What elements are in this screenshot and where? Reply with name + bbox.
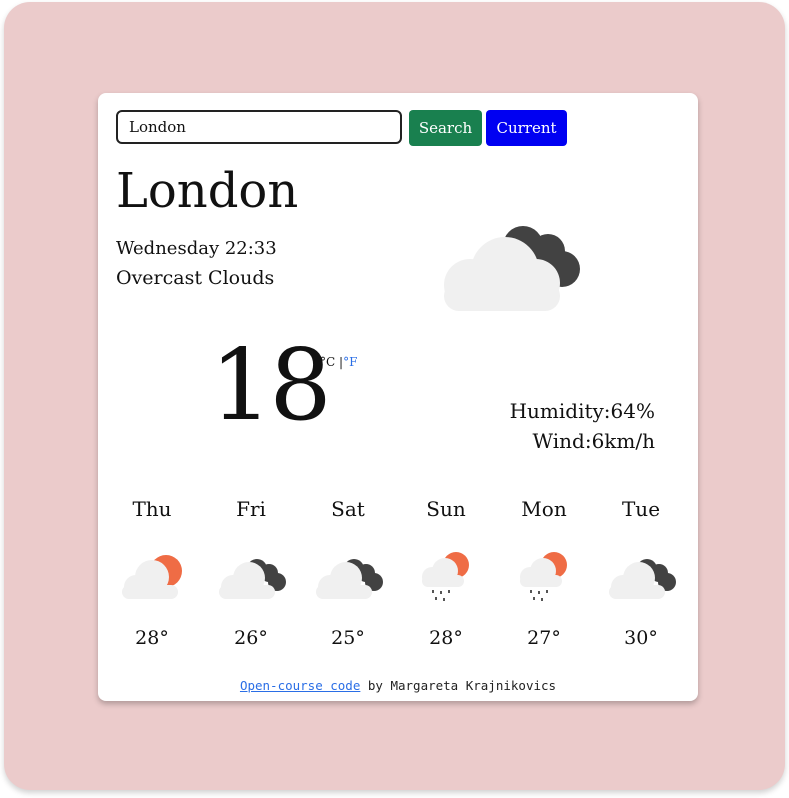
celsius-unit[interactable]: °C [320, 355, 335, 369]
forecast-day-name: Sun [426, 497, 466, 521]
forecast-temp: 28° [135, 627, 169, 649]
weather-card: Search Current London Wednesday 22:33 Ov… [98, 93, 698, 701]
footer: Open-course code by Margareta Krajnikovi… [98, 678, 698, 693]
rain-sun-icon [422, 552, 469, 601]
search-button[interactable]: Search [409, 110, 482, 146]
current-temperature: 18 [210, 329, 332, 443]
broken-clouds-icon [444, 226, 580, 311]
broken-clouds-icon [316, 559, 383, 599]
forecast-row: Thu 28° Fri 26° Sat 25° Sun 28° Mon 27° … [98, 497, 698, 657]
broken-clouds-icon [219, 559, 286, 599]
forecast-temp: 30° [624, 627, 658, 649]
footer-author: by Margareta Krajnikovics [360, 678, 557, 693]
city-name: London [116, 163, 299, 219]
wind: Wind:6km/h [532, 429, 655, 453]
open-course-code-link[interactable]: Open-course code [240, 678, 360, 693]
forecast-day-name: Thu [132, 497, 172, 521]
forecast-day-name: Sat [331, 497, 365, 521]
page-frame: Search Current London Wednesday 22:33 Ov… [4, 2, 785, 790]
humidity: Humidity:64% [509, 399, 655, 423]
forecast-temp: 26° [234, 627, 268, 649]
forecast-temp: 27° [527, 627, 561, 649]
partly-sunny-icon [122, 555, 182, 599]
forecast-day-name: Mon [521, 497, 567, 521]
forecast-temp: 28° [429, 627, 463, 649]
forecast-day-name: Tue [621, 497, 661, 521]
broken-clouds-icon [609, 559, 676, 599]
fahrenheit-link[interactable]: °F [343, 355, 357, 369]
city-search-input[interactable] [116, 110, 402, 144]
forecast-day-name: Fri [236, 497, 266, 521]
forecast-temp: 25° [331, 627, 365, 649]
rain-sun-icon [520, 552, 567, 601]
unit-toggle: °C |°F [320, 355, 357, 369]
weather-description: Overcast Clouds [116, 267, 275, 289]
current-location-button[interactable]: Current [486, 110, 567, 146]
date-time: Wednesday 22:33 [116, 238, 277, 259]
